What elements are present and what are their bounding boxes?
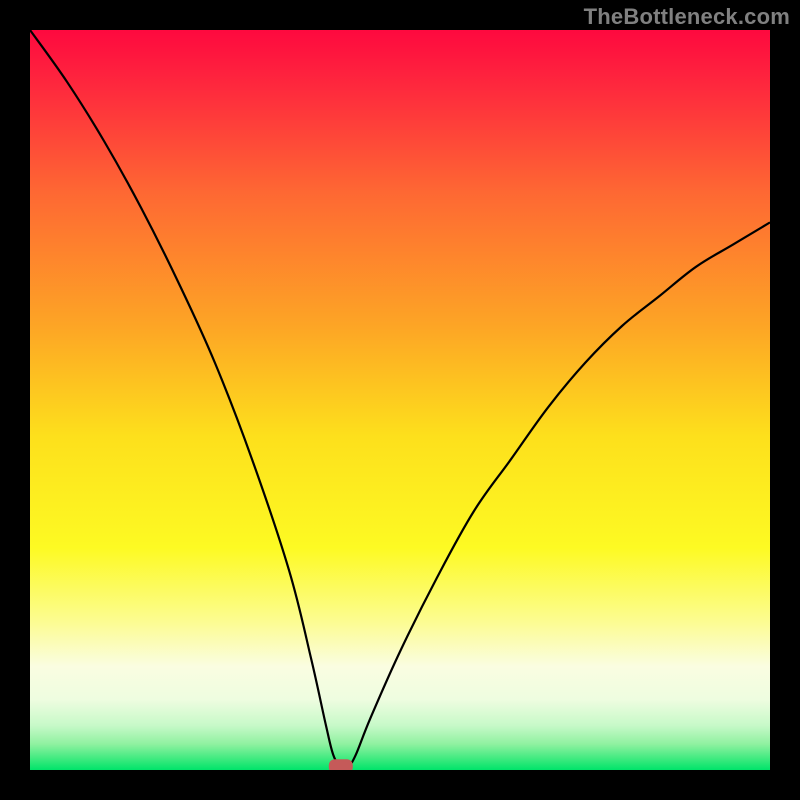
optimal-point-marker bbox=[329, 759, 353, 770]
watermark-text: TheBottleneck.com bbox=[584, 4, 790, 30]
bottleneck-chart bbox=[30, 30, 770, 770]
chart-container: TheBottleneck.com bbox=[0, 0, 800, 800]
gradient-background bbox=[30, 30, 770, 770]
plot-frame bbox=[30, 30, 770, 770]
